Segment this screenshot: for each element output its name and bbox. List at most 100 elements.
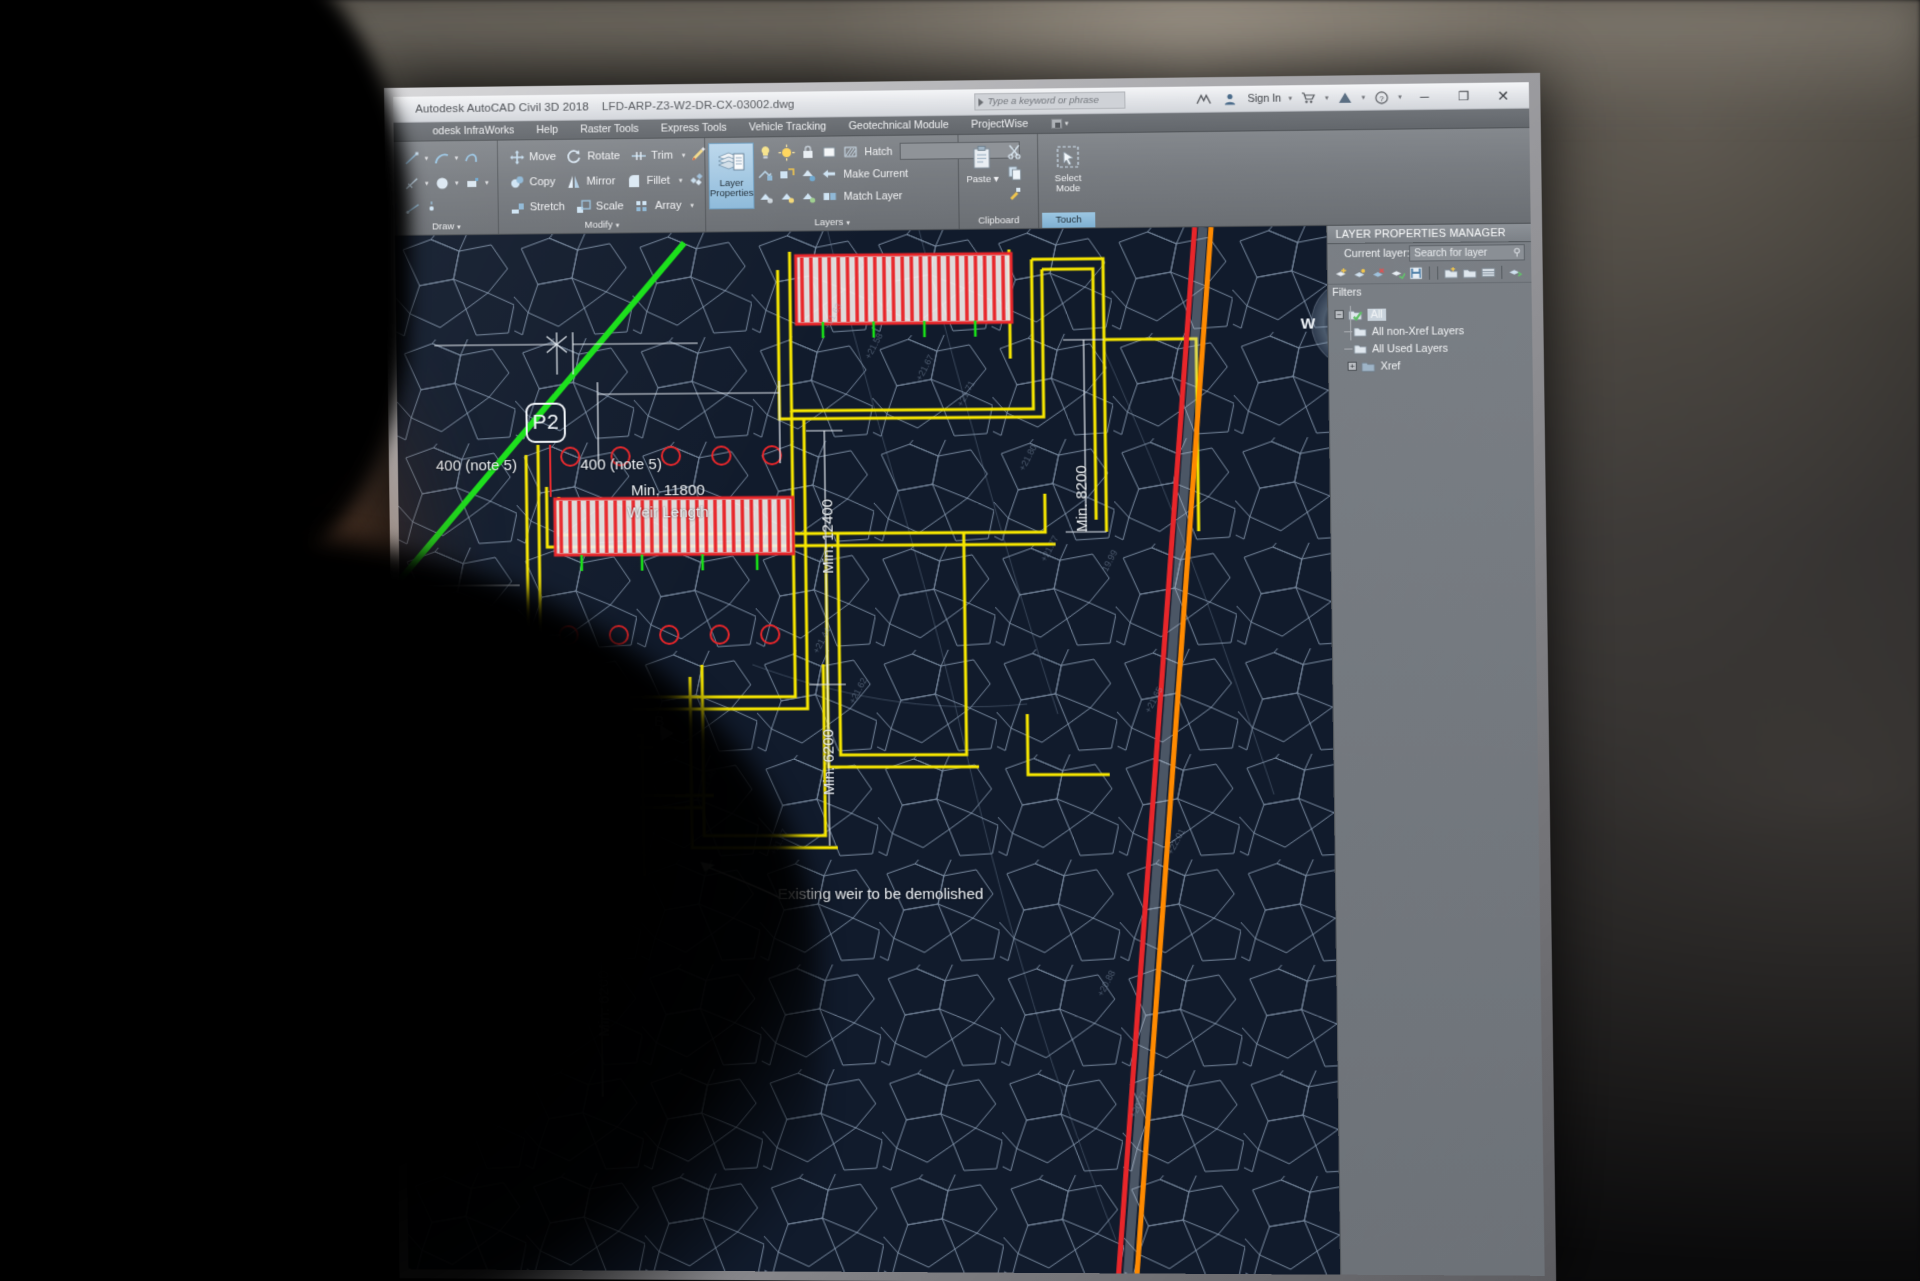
restore-button[interactable]: ❐: [1444, 83, 1484, 110]
layer-freeze-icon[interactable]: [777, 143, 796, 162]
autodesk-logo-icon[interactable]: [1331, 84, 1358, 111]
save-layer-state-icon[interactable]: [1408, 266, 1424, 281]
cart-icon[interactable]: [1295, 85, 1322, 112]
rectangle-icon[interactable]: [463, 174, 480, 191]
select-mode-button[interactable]: Select Mode: [1041, 138, 1095, 205]
copy-button[interactable]: Copy: [504, 170, 559, 193]
scale-button[interactable]: Scale: [571, 195, 628, 218]
panel-toggle-chevron-down-icon: ▾: [1064, 119, 1069, 128]
modify-panel-chevron-down-icon[interactable]: ▾: [616, 221, 620, 229]
tree-expander-xref[interactable]: +: [1347, 361, 1357, 371]
tab-express-tools[interactable]: Express Tools: [650, 118, 738, 138]
match-layer-button[interactable]: Match Layer: [820, 186, 907, 206]
trim-button[interactable]: Trim: [626, 144, 677, 167]
tab-infraworks[interactable]: odesk InfraWorks: [421, 121, 525, 141]
tree-node-xref[interactable]: + Xref: [1347, 356, 1532, 375]
layer-color-swatch-icon[interactable]: [820, 142, 840, 161]
fillet-icon: [625, 172, 642, 189]
layer-unisolate-icon[interactable]: [778, 165, 797, 184]
tree-node-all-used[interactable]: All Used Layers: [1353, 339, 1532, 358]
layer-freeze-object-icon[interactable]: [799, 165, 818, 184]
svg-text:?: ?: [1379, 93, 1384, 102]
rotate-button[interactable]: Rotate: [562, 145, 624, 168]
tab-projectwise[interactable]: ProjectWise: [960, 114, 1040, 134]
layer-states-manager-icon[interactable]: [1480, 265, 1496, 280]
autodesk-360-icon[interactable]: [1190, 86, 1217, 113]
layer-translator-icon[interactable]: [1507, 265, 1523, 280]
fillet-button[interactable]: Fillet: [621, 169, 674, 192]
layer-turn-all-on-icon[interactable]: [778, 187, 797, 206]
help-icon[interactable]: ?: [1368, 84, 1395, 111]
svg-text:19.99: 19.99: [1100, 548, 1120, 573]
modify-panel-label-text: Modify: [584, 219, 613, 231]
cut-icon[interactable]: [1004, 141, 1024, 160]
stretch-button[interactable]: Stretch: [505, 195, 569, 218]
ribbon-panels-overflow-button[interactable]: ▾: [1039, 114, 1080, 134]
ribbon-panel-layers: Layer Properties Hatch Make Current Matc…: [705, 134, 1020, 232]
paste-chevron-down-icon[interactable]: ▾: [994, 174, 999, 185]
tab-vehicle-tracking[interactable]: Vehicle Tracking: [738, 117, 838, 137]
paste-button[interactable]: Paste ▾: [962, 139, 1004, 206]
cart-chevron-down-icon[interactable]: ▾: [1322, 94, 1332, 102]
trim-chevron-down-icon[interactable]: ▾: [679, 151, 688, 159]
layer-properties-button[interactable]: Layer Properties: [708, 142, 755, 210]
draw-row-2: ▾ ▾ ▾: [403, 171, 491, 195]
point-icon[interactable]: [422, 199, 439, 216]
tab-geotechnical-module[interactable]: Geotechnical Module: [837, 115, 960, 136]
user-account-icon[interactable]: [1217, 86, 1244, 113]
circle-chevron-down-icon[interactable]: ▾: [452, 179, 461, 187]
layer-lock-icon[interactable]: [798, 143, 817, 162]
layer-on-off-icon[interactable]: [756, 143, 775, 162]
tree-node-all[interactable]: − All: [1334, 304, 1532, 323]
keyword-search-box[interactable]: Type a keyword or phrase: [974, 91, 1126, 111]
delete-layer-icon[interactable]: [1371, 266, 1387, 281]
arc-chevron-down-icon[interactable]: ▾: [452, 154, 461, 162]
tree-node-all-non-xref[interactable]: All non-Xref Layers: [1353, 321, 1532, 340]
tab-help[interactable]: Help: [525, 120, 569, 140]
mirror-button[interactable]: Mirror: [561, 170, 619, 193]
explode-icon[interactable]: [687, 171, 704, 188]
array-label: Array: [654, 199, 682, 212]
new-group-filter-icon[interactable]: [1443, 265, 1459, 280]
search-icon[interactable]: ⚲: [1513, 247, 1521, 258]
hatch-draw-icon[interactable]: [403, 175, 420, 192]
hatch-button[interactable]: Hatch: [841, 142, 898, 162]
rectangle-chevron-down-icon[interactable]: ▾: [482, 178, 491, 186]
set-current-layer-icon[interactable]: [1390, 266, 1406, 281]
polyline-icon[interactable]: [463, 149, 480, 166]
close-button[interactable]: ✕: [1483, 82, 1523, 109]
array-chevron-down-icon[interactable]: ▾: [687, 201, 696, 209]
match-properties-icon[interactable]: [1005, 184, 1025, 203]
minimize-button[interactable]: ─: [1405, 83, 1445, 110]
line-chevron-down-icon[interactable]: ▾: [422, 154, 431, 162]
group-filter-icon[interactable]: [1462, 265, 1478, 280]
ray-icon[interactable]: [403, 200, 420, 217]
monitor: Autodesk AutoCAD Civil 3D 2018 LFD-ARP-Z…: [384, 72, 1557, 1281]
sign-in-button[interactable]: Sign In: [1243, 92, 1285, 105]
fillet-chevron-down-icon[interactable]: ▾: [676, 176, 685, 184]
mirror-label: Mirror: [586, 174, 616, 188]
arc-icon[interactable]: [433, 149, 450, 166]
tree-node-all-non-xref-label: All non-Xref Layers: [1371, 324, 1465, 338]
line-icon[interactable]: [403, 150, 420, 167]
copy-clip-icon[interactable]: [1005, 162, 1025, 181]
draw-panel-chevron-down-icon[interactable]: ▾: [457, 223, 461, 231]
help-chevron-down-icon[interactable]: ▾: [1395, 93, 1405, 101]
new-layer-icon[interactable]: [1334, 266, 1350, 281]
array-button[interactable]: Array: [630, 194, 686, 217]
trim-label: Trim: [651, 149, 674, 162]
make-current-button[interactable]: Make Current: [820, 164, 913, 184]
tab-raster-tools[interactable]: Raster Tools: [569, 119, 650, 139]
layer-thaw-all-icon[interactable]: [799, 187, 818, 206]
autodesk-chevron-down-icon[interactable]: ▾: [1358, 93, 1368, 101]
layer-isolate-icon[interactable]: [756, 165, 775, 184]
tree-expander-all[interactable]: −: [1334, 309, 1344, 320]
layer-off-object-icon[interactable]: [757, 188, 776, 207]
move-button[interactable]: Move: [504, 145, 560, 168]
new-layer-vp-frozen-icon[interactable]: [1352, 266, 1368, 281]
layers-panel-chevron-down-icon[interactable]: ▾: [846, 218, 850, 226]
sign-in-chevron-down-icon[interactable]: ▾: [1285, 94, 1295, 102]
hatch-draw-chevron-down-icon[interactable]: ▾: [422, 179, 431, 187]
lpm-search-box[interactable]: Search for layer ⚲: [1408, 244, 1525, 262]
circle-icon[interactable]: [433, 174, 450, 191]
